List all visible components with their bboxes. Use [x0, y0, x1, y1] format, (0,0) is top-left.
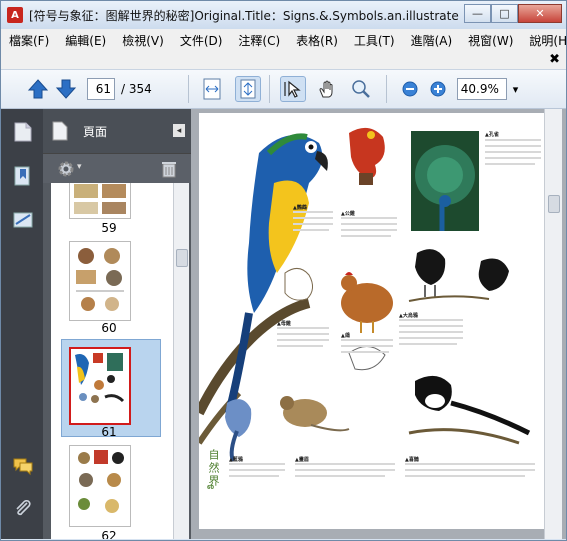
close-document-button[interactable]: ✖	[549, 52, 560, 67]
bookmarks-icon[interactable]	[12, 165, 34, 187]
trash-icon[interactable]	[161, 160, 177, 178]
zoom-in-button[interactable]	[425, 76, 451, 102]
next-page-button[interactable]	[53, 76, 79, 102]
fit-width-icon	[203, 78, 221, 100]
attachments-icon[interactable]	[12, 497, 34, 519]
thumbnail-page-62[interactable]	[69, 445, 131, 527]
minimize-button[interactable]: —	[464, 4, 491, 23]
menu-bar: 檔案(F) 編輯(E) 檢視(V) 文件(D) 注釋(C) 表格(R) 工具(T…	[1, 29, 567, 51]
menu-view[interactable]: 檢視(V)	[114, 32, 172, 49]
thumbnail-list: 59 60 61 62	[51, 183, 175, 539]
hand-tool-button[interactable]	[314, 76, 340, 102]
thumbnail-page-59[interactable]	[69, 183, 131, 219]
page-illustrations	[194, 127, 541, 477]
zoom-out-icon	[402, 81, 418, 97]
scrollbar-thumb[interactable]	[548, 195, 560, 213]
panel-header: 頁面 ◂	[43, 109, 191, 153]
fit-page-button[interactable]	[234, 76, 261, 102]
menu-advanced[interactable]: 進階(A)	[403, 32, 461, 49]
document-view: ▲鸚鵡 ▲公雞 ▲孔雀 ▲大烏鴉 ▲母雞 ▲鴿 ▲藍鴉 ▲畫眉 ▲喜鵲 自然界 …	[191, 109, 566, 539]
menu-file[interactable]: 檔案(F)	[1, 32, 57, 49]
page-icon	[52, 121, 68, 141]
zoom-out-button[interactable]	[397, 76, 423, 102]
panel-toolbar: ▾	[43, 153, 191, 183]
options-dropdown-icon[interactable]: ▾	[77, 162, 82, 172]
menu-edit[interactable]: 編輯(E)	[57, 32, 114, 49]
page-number-input[interactable]: 61	[87, 78, 115, 100]
thumbnail-scrollbar[interactable]	[173, 183, 189, 539]
menu-forms[interactable]: 表格(R)	[288, 32, 346, 49]
acrobat-icon: A	[7, 7, 23, 23]
caption-macaw: ▲鸚鵡	[293, 205, 307, 211]
collapse-panel-button[interactable]: ◂	[173, 124, 185, 137]
caption-magpie: ▲喜鵲	[405, 457, 419, 463]
close-window-button[interactable]: ✕	[518, 4, 562, 23]
previous-page-button[interactable]	[25, 76, 51, 102]
pages-panel-icon[interactable]	[12, 121, 34, 143]
title-bar: A [符号与象征：图解世界的秘密]Original.Title：Signs.&.…	[1, 1, 566, 29]
panel-title: 頁面	[83, 124, 108, 139]
menu-comments[interactable]: 注釋(C)	[230, 32, 288, 49]
zoom-dropdown-icon[interactable]: ▾	[513, 83, 519, 96]
thumbnail-label: 60	[101, 321, 117, 335]
maximize-button[interactable]: □	[491, 4, 518, 23]
caption-thrush: ▲畫眉	[295, 457, 309, 463]
thumbnail-label: 59	[101, 221, 117, 235]
signatures-icon[interactable]	[12, 209, 34, 231]
hand-icon	[319, 80, 333, 98]
select-tool-button[interactable]	[279, 76, 306, 102]
menu-window[interactable]: 視窗(W)	[460, 32, 521, 49]
gear-icon[interactable]	[57, 160, 75, 178]
zoom-in-icon	[430, 81, 446, 97]
navigation-rail	[1, 109, 43, 539]
toolbar-divider	[187, 75, 189, 103]
document-scrollbar[interactable]	[544, 109, 562, 539]
thumbnail-page-61[interactable]	[69, 347, 131, 425]
thumbnail-label: 61	[101, 425, 117, 439]
caption-hen: ▲母雞	[277, 321, 291, 327]
toolbar-divider	[385, 75, 387, 103]
section-heading: 自然界	[207, 449, 220, 488]
pages-panel: 頁面 ◂ ▾ 59 60 61 62	[43, 109, 191, 539]
document-bar: ✖	[1, 51, 566, 69]
toolbar-divider	[268, 75, 270, 103]
fit-page-icon	[240, 79, 256, 99]
arrow-down-icon	[55, 79, 77, 99]
caption-peacock: ▲孔雀	[485, 132, 499, 138]
page-total: / 354	[121, 82, 152, 96]
caption-dove: ▲鴿	[341, 333, 350, 339]
menu-document[interactable]: 文件(D)	[172, 32, 231, 49]
thumbnail-label: 62	[101, 529, 117, 539]
comments-icon[interactable]	[12, 455, 34, 477]
marquee-zoom-button[interactable]	[348, 76, 374, 102]
window-title: [符号与象征：图解世界的秘密]Original.Title：Signs.&.Sy…	[29, 8, 459, 23]
cursor-icon	[284, 80, 301, 98]
menu-help[interactable]: 說明(H)	[521, 32, 567, 49]
caption-crow: ▲大烏鴉	[399, 313, 418, 319]
arrow-up-icon	[27, 79, 49, 99]
fit-width-button[interactable]	[199, 76, 225, 102]
app-window: A [符号与象征：图解世界的秘密]Original.Title：Signs.&.…	[0, 0, 567, 541]
caption-rooster: ▲公雞	[341, 211, 355, 217]
menu-tools[interactable]: 工具(T)	[346, 32, 403, 49]
zoom-level-field[interactable]: 40.9%	[456, 78, 507, 100]
toolbar: 61 / 354 40.9% ▾	[1, 69, 566, 109]
thumbnail-page-60[interactable]	[69, 241, 131, 321]
scrollbar-thumb[interactable]	[176, 249, 188, 267]
magnifier-icon	[352, 80, 370, 98]
page-number: 60	[207, 485, 214, 491]
document-page: ▲鸚鵡 ▲公雞 ▲孔雀 ▲大烏鴉 ▲母雞 ▲鴿 ▲藍鴉 ▲畫眉 ▲喜鵲 自然界 …	[194, 113, 547, 529]
caption-jay: ▲藍鴉	[229, 457, 243, 463]
